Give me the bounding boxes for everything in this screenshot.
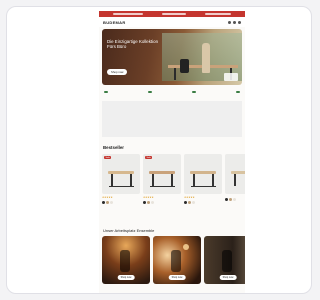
color-swatch[interactable] [192,201,195,204]
hero-badge [224,73,238,81]
color-swatch[interactable] [184,201,187,204]
ambience-shop-button[interactable]: Shop now [219,275,237,280]
promo-item[interactable] [112,13,143,15]
product-card[interactable] [225,154,245,222]
product-image[interactable]: Sale [102,154,140,194]
hero-shop-button[interactable]: Shop now [107,69,128,75]
rating-stars: ★★★★★ [102,196,113,199]
color-swatch[interactable] [102,201,105,204]
desk-leg [130,174,132,186]
usp-item [192,89,196,95]
nav-icons [228,20,241,24]
product-carousel: Sale ★★★★★ Sale ★★★★★ ★★★★★ [99,154,245,222]
product-image[interactable]: Sale [143,154,181,194]
account-icon[interactable] [233,20,236,24]
desk-leg [212,174,214,186]
lamp-glow [183,244,189,250]
product-info: ★★★★★ [102,194,140,204]
testimonial-section [102,101,242,137]
product-image[interactable] [225,154,245,194]
color-swatch[interactable] [233,198,236,201]
color-swatch[interactable] [106,201,109,204]
promo-item[interactable] [161,13,186,15]
hero-title: Die Einzigartige Kollektion Fürs Büro [107,39,159,50]
ambience-shop-button[interactable]: Shop now [168,275,186,280]
desk-leg [171,174,173,186]
product-image[interactable] [184,154,222,194]
color-swatch[interactable] [110,201,113,204]
color-swatches [184,201,222,204]
desk-foot [150,186,175,187]
product-info [225,194,245,201]
rating-stars: ★★★★★ [143,196,154,199]
ambience-shop-button[interactable]: Shop now [117,275,135,280]
search-icon[interactable] [228,20,231,24]
ambience-figure [120,250,130,272]
color-swatch[interactable] [225,198,228,201]
product-card[interactable]: Sale ★★★★★ [102,154,140,222]
desk-foot [109,186,134,187]
usp-bar [99,85,245,95]
color-swatch[interactable] [229,198,232,201]
color-swatch[interactable] [151,201,154,204]
bestseller-title: Bestseller [103,145,124,150]
ambience-title: Unser Arbeitsplatz Ensemble [103,228,155,233]
hero-desk-leg [174,68,176,80]
product-info: ★★★★★ [143,194,181,204]
usp-item [148,89,152,95]
product-card[interactable]: Sale ★★★★★ [143,154,181,222]
sale-badge: Sale [145,156,153,159]
store-page: BUDEMAR Die Einzigartige Kollektion Fürs… [99,11,245,293]
desk-leg [234,174,236,186]
desk-leg [111,174,113,186]
ambience-figure [171,250,181,272]
ambience-card[interactable]: Shop now [204,236,245,284]
product-info: ★★★★★ [184,194,222,204]
color-swatches [143,201,181,204]
color-swatches [225,198,245,201]
hero-banner: Die Einzigartige Kollektion Fürs Büro Sh… [102,29,242,85]
promo-item[interactable] [205,13,232,15]
desk-foot [191,186,216,187]
color-swatches [102,201,140,204]
ambience-card[interactable]: Shop now [102,236,150,284]
hero-chair [180,59,189,73]
ambience-card[interactable]: Shop now [153,236,201,284]
color-swatch[interactable] [143,201,146,204]
color-swatch[interactable] [188,201,191,204]
usp-item [236,89,240,95]
store-logo[interactable]: BUDEMAR [103,20,126,25]
preview-card: BUDEMAR Die Einzigartige Kollektion Fürs… [6,6,312,294]
sale-badge: Sale [104,156,112,159]
cart-icon[interactable] [238,20,241,24]
desk-leg [152,174,154,186]
rating-stars: ★★★★★ [184,196,195,199]
hero-person [202,43,210,73]
ambience-figure [222,250,232,272]
top-nav: BUDEMAR [99,17,245,27]
desk-leg [193,174,195,186]
usp-item [104,89,108,95]
product-card[interactable]: ★★★★★ [184,154,222,222]
color-swatch[interactable] [147,201,150,204]
ambience-carousel: Shop now Shop now Shop now [99,236,245,284]
